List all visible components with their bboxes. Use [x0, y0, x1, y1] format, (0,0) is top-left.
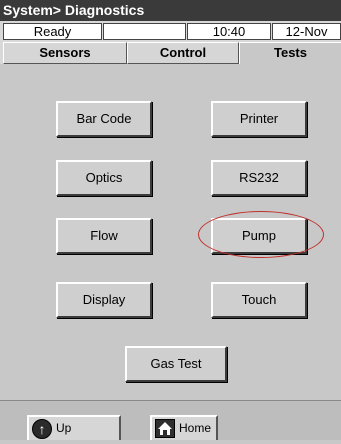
status-state: Ready: [3, 23, 102, 40]
tab-tests[interactable]: Tests: [239, 42, 341, 64]
up-button[interactable]: ↑ Up: [27, 415, 121, 440]
status-date: 12-Nov: [272, 23, 341, 40]
rs232-button[interactable]: RS232: [211, 160, 307, 196]
up-arrow-icon: ↑: [32, 419, 52, 439]
status-field: [103, 23, 186, 40]
status-bar: Ready 10:40 12-Nov: [0, 21, 341, 43]
tab-sensors[interactable]: Sensors: [3, 42, 127, 64]
status-time: 10:40: [187, 23, 271, 40]
tab-bar: Sensors Control Tests: [0, 42, 341, 64]
pump-button[interactable]: Pump: [211, 218, 307, 254]
printer-button[interactable]: Printer: [211, 101, 307, 137]
up-button-label: Up: [56, 421, 72, 435]
display-button[interactable]: Display: [56, 282, 152, 318]
tab-control[interactable]: Control: [127, 42, 239, 64]
home-button-label: Home: [179, 421, 212, 435]
home-button[interactable]: Home: [150, 415, 218, 440]
touch-button[interactable]: Touch: [211, 282, 307, 318]
flow-button[interactable]: Flow: [56, 218, 152, 254]
gas-test-button[interactable]: Gas Test: [125, 346, 227, 382]
bottom-nav-bar: ↑ Up Home: [0, 400, 341, 440]
optics-button[interactable]: Optics: [56, 160, 152, 196]
bar-code-button[interactable]: Bar Code: [56, 101, 152, 137]
window-title: System> Diagnostics: [0, 0, 341, 21]
home-icon: [155, 419, 175, 438]
